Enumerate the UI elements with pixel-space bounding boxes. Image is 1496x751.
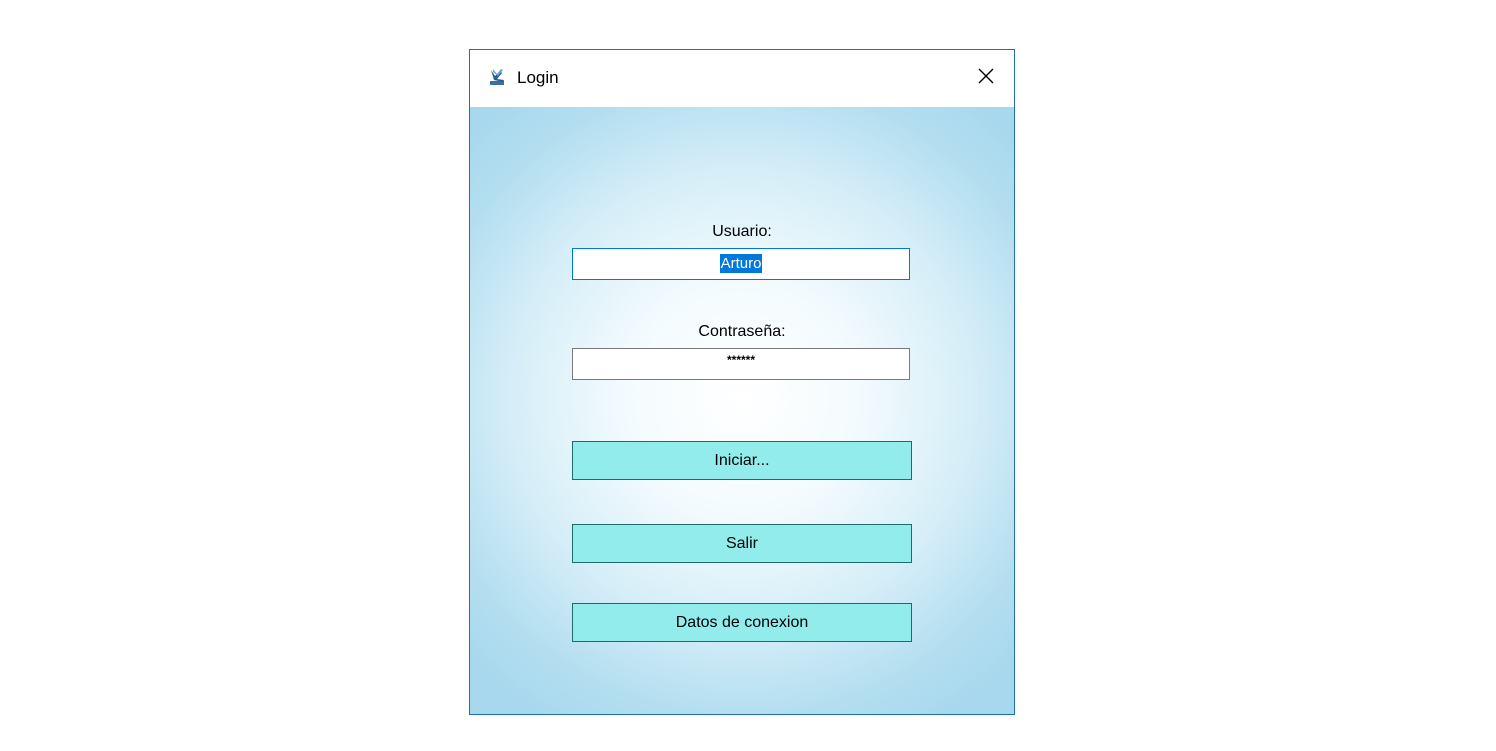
- app-login-icon: [488, 67, 508, 87]
- user-input[interactable]: Arturo: [572, 248, 910, 280]
- connection-data-button[interactable]: Datos de conexion: [572, 603, 912, 642]
- password-input-value: ******: [726, 353, 756, 367]
- login-window: Login Usuario: Arturo Contraseña: ******…: [469, 49, 1015, 715]
- password-input[interactable]: ******: [572, 348, 910, 380]
- login-form-area: Usuario: Arturo Contraseña: ****** Inici…: [470, 107, 1014, 714]
- password-label: Contraseña:: [698, 323, 786, 340]
- exit-button[interactable]: Salir: [572, 524, 912, 563]
- user-label: Usuario:: [712, 223, 772, 240]
- title-bar[interactable]: Login: [470, 50, 1014, 107]
- close-button[interactable]: [958, 50, 1014, 107]
- start-button[interactable]: Iniciar...: [572, 441, 912, 480]
- user-input-value: Arturo: [719, 254, 763, 273]
- window-title: Login: [517, 68, 559, 87]
- close-icon: [977, 67, 995, 90]
